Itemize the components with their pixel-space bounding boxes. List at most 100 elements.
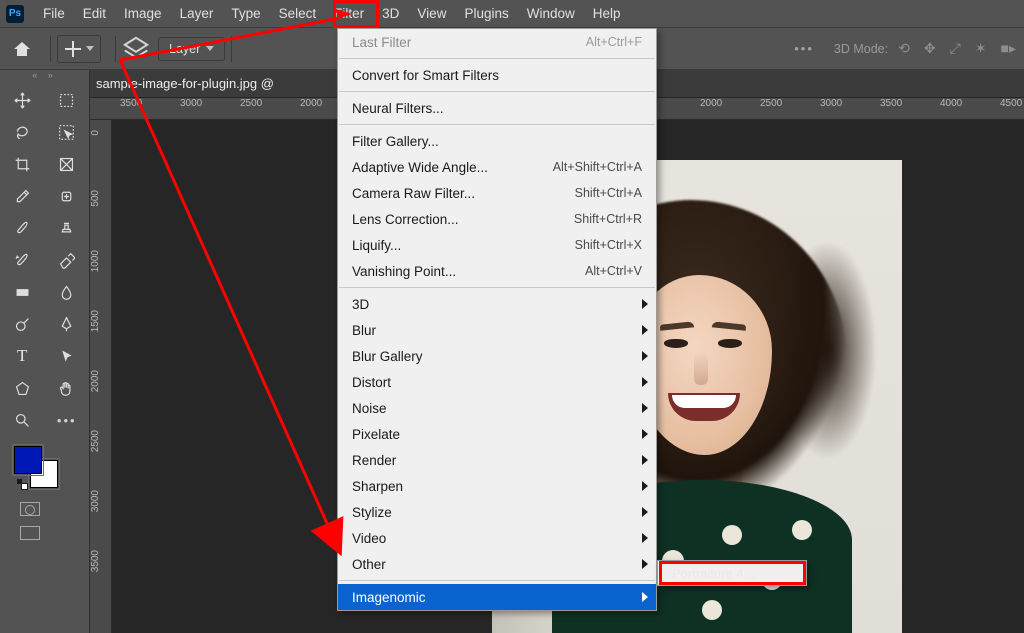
move-tool-indicator[interactable] [57,35,101,63]
menu-video[interactable]: Video [338,525,656,551]
crop-tool[interactable] [0,148,45,180]
menu-image[interactable]: Image [115,2,171,25]
menu-item-label: Filter Gallery... [352,134,439,149]
submenu-arrow-icon [642,559,648,569]
dodge-tool[interactable] [0,308,45,340]
menu-portraiture4[interactable]: Portraiture 4... [658,561,806,585]
submenu-arrow-icon [642,592,648,602]
menu-adaptive-wide-angle[interactable]: Adaptive Wide Angle...Alt+Shift+Ctrl+A [338,154,656,180]
menu-sharpen[interactable]: Sharpen [338,473,656,499]
edit-toolbar[interactable]: ••• [45,404,90,436]
dolly-icon[interactable]: ⤢ [950,40,961,57]
submenu-arrow-icon [642,429,648,439]
gradient-tool[interactable] [0,276,45,308]
menu-layer[interactable]: Layer [171,2,223,25]
menu-stylize[interactable]: Stylize [338,499,656,525]
pan-icon[interactable]: ✥ [924,40,936,57]
type-tool[interactable]: T [0,340,45,372]
home-button[interactable] [8,35,36,63]
menu-item-label: Video [352,531,386,546]
menu-edit[interactable]: Edit [74,2,115,25]
ruler-tick: 4000 [940,98,962,120]
quick-mask-icon [20,502,40,516]
submenu-arrow-icon [642,377,648,387]
menu-3d[interactable]: 3D [338,291,656,317]
menu-pixelate[interactable]: Pixelate [338,421,656,447]
foreground-color-swatch[interactable] [14,446,42,474]
menu-noise[interactable]: Noise [338,395,656,421]
imagenomic-submenu: Portraiture 4... [657,560,807,586]
menu-item-shortcut: Alt+Ctrl+F [586,35,642,49]
document-tab[interactable]: sample-image-for-plugin.jpg @ [96,76,274,91]
clone-stamp-tool[interactable] [45,212,90,244]
menu-camera-raw[interactable]: Camera Raw Filter...Shift+Ctrl+A [338,180,656,206]
menu-blur[interactable]: Blur [338,317,656,343]
menu-help[interactable]: Help [584,2,630,25]
quick-mask-toggle[interactable] [20,502,89,516]
menu-type[interactable]: Type [222,2,269,25]
menu-item-shortcut: Alt+Ctrl+V [585,264,642,278]
history-brush-tool[interactable] [0,244,45,276]
menu-other[interactable]: Other [338,551,656,577]
divider [115,36,116,62]
more-options-icon[interactable]: ••• [794,41,814,56]
eyedropper-tool[interactable] [0,180,45,212]
move-tool[interactable] [0,84,45,116]
menu-3d[interactable]: 3D [373,2,408,25]
marquee-tool[interactable] [45,84,90,116]
ruler-tick: 2500 [90,430,112,452]
chevron-down-icon [206,46,214,51]
camera-icon[interactable]: ■▸ [1001,40,1016,57]
menu-item-shortcut: Shift+Ctrl+X [575,238,642,252]
menu-render[interactable]: Render [338,447,656,473]
menu-item-label: Other [352,557,386,572]
menu-vanishing-point[interactable]: Vanishing Point...Alt+Ctrl+V [338,258,656,284]
color-swatches[interactable] [14,446,60,488]
default-colors-icon[interactable] [17,479,27,489]
vertical-ruler[interactable]: 0500100015002000250030003500 [90,120,112,633]
screen-mode[interactable] [20,526,89,540]
ps-logo-icon: Ps [6,5,24,23]
menu-imagenomic[interactable]: Imagenomic [338,584,656,610]
menu-plugins[interactable]: Plugins [455,2,517,25]
shape-tool[interactable] [0,372,45,404]
ruler-tick: 3500 [880,98,902,120]
path-select-tool[interactable] [45,340,90,372]
menu-blur-gallery[interactable]: Blur Gallery [338,343,656,369]
menu-select[interactable]: Select [270,2,326,25]
lasso-tool[interactable] [0,116,45,148]
frame-tool[interactable] [45,148,90,180]
brush-tool[interactable] [0,212,45,244]
hand-tool[interactable] [45,372,90,404]
zoom-tool[interactable] [0,404,45,436]
menu-convert-smart[interactable]: Convert for Smart Filters [338,62,656,88]
menu-file[interactable]: File [34,2,74,25]
menu-item-label: Sharpen [352,479,403,494]
menu-lens-correction[interactable]: Lens Correction...Shift+Ctrl+R [338,206,656,232]
object-select-tool[interactable] [45,116,90,148]
menu-distort[interactable]: Distort [338,369,656,395]
menu-item-shortcut: Alt+Shift+Ctrl+A [553,160,642,174]
menu-filter[interactable]: Filter [325,2,373,25]
pen-tool[interactable] [45,308,90,340]
ruler-tick: 0 [90,130,112,136]
node-icon[interactable]: ✶ [975,40,987,57]
menu-window[interactable]: Window [518,2,584,25]
menu-view[interactable]: View [408,2,455,25]
menu-neural-filters[interactable]: Neural Filters... [338,95,656,121]
menu-filter-gallery[interactable]: Filter Gallery... [338,128,656,154]
menu-liquify[interactable]: Liquify...Shift+Ctrl+X [338,232,656,258]
menu-item-label: Camera Raw Filter... [352,186,475,201]
menu-separator [339,287,655,288]
auto-select-type[interactable]: Layer [158,37,225,61]
eraser-tool[interactable] [45,244,90,276]
auto-select-toggle[interactable] [122,35,150,63]
ruler-tick: 3500 [90,550,112,572]
orbit-icon[interactable]: ⟲ [898,40,910,57]
healing-brush-tool[interactable] [45,180,90,212]
ruler-tick: 1000 [90,250,112,272]
submenu-arrow-icon [642,481,648,491]
submenu-arrow-icon [642,325,648,335]
blur-tool[interactable] [45,276,90,308]
panel-collapse-handle[interactable]: « » [0,70,89,84]
